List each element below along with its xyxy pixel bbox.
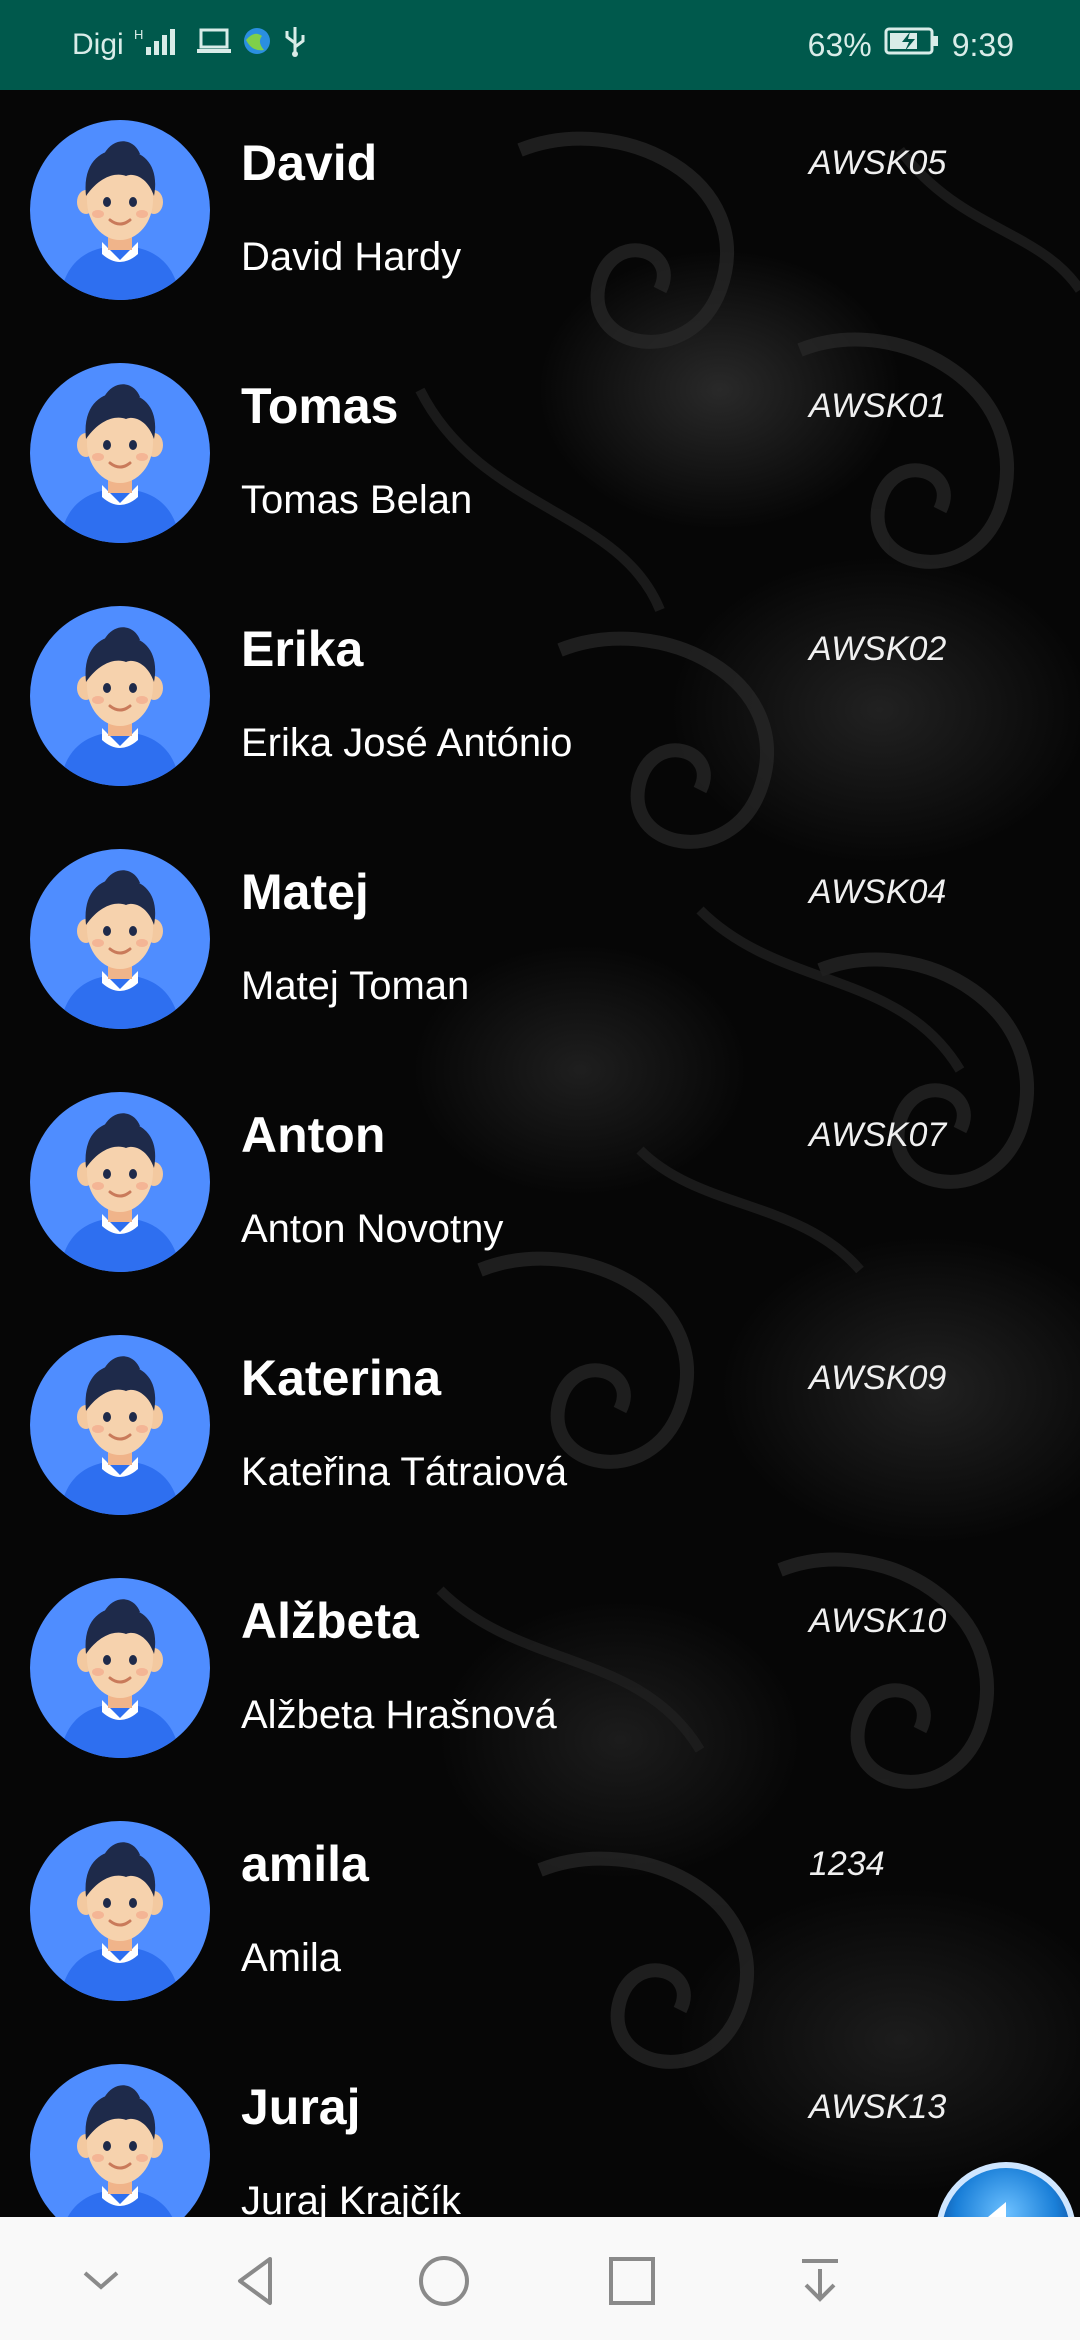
home-icon[interactable] (414, 2253, 474, 2309)
contact-nickname: Erika (241, 621, 364, 677)
contact-nickname: Anton (241, 1107, 386, 1163)
contact-row[interactable]: Erika Erika José António AWSK02 (0, 576, 1080, 819)
contact-full-name: Matej Toman (241, 964, 470, 1008)
contact-code: AWSK13 (809, 2088, 947, 2126)
status-bar: Digi H 63% 9:39 (0, 0, 1080, 90)
avatar-icon (30, 2064, 210, 2217)
contact-full-name: Alžbeta Hrašnová (241, 1693, 557, 1737)
avatar-icon (30, 1821, 210, 2001)
clock: 9:39 (951, 26, 1014, 63)
back-fab-button[interactable] (932, 2158, 1080, 2217)
contact-row[interactable]: Alžbeta Alžbeta Hrašnová AWSK10 (0, 1548, 1080, 1791)
app-screen: Digi H 63% 9:39 David David Hardy AWSK05… (0, 0, 1080, 2340)
contact-nickname: Tomas (241, 378, 399, 434)
contact-nickname: Alžbeta (241, 1593, 419, 1649)
status-left: Digi H (72, 25, 308, 65)
contact-full-name: Kateřina Tátraiová (241, 1450, 568, 1494)
contact-full-name: Juraj Krajčík (241, 2179, 462, 2217)
contact-full-name: David Hardy (241, 235, 462, 279)
contact-code: AWSK05 (809, 144, 947, 182)
contact-code: AWSK04 (809, 873, 947, 911)
contact-full-name: Amila (241, 1936, 342, 1980)
avatar-icon (30, 120, 210, 300)
avatar-icon (30, 1335, 210, 1515)
browser-icon (242, 26, 272, 64)
laptop-icon (196, 27, 232, 63)
collapse-icon[interactable] (71, 2253, 131, 2309)
contact-full-name: Anton Novotny (241, 1207, 504, 1251)
contact-nickname: Juraj (241, 2079, 361, 2135)
contact-row[interactable]: Katerina Kateřina Tátraiová AWSK09 (0, 1305, 1080, 1548)
contact-list-area[interactable]: David David Hardy AWSK05 Tomas Tomas Belan AW… (0, 90, 1080, 2217)
avatar-icon (30, 363, 210, 543)
contact-nickname: David (241, 135, 378, 191)
usb-icon (282, 25, 308, 65)
contact-code: AWSK02 (809, 630, 947, 668)
contact-nickname: Katerina (241, 1350, 442, 1406)
contact-code: 1234 (809, 1845, 885, 1883)
contact-row[interactable]: David David Hardy AWSK05 (0, 90, 1080, 333)
back-arrow-icon (937, 2162, 1075, 2217)
svg-text:H: H (134, 27, 143, 42)
contact-row[interactable]: amila Amila 1234 (0, 1791, 1080, 2034)
contact-full-name: Tomas Belan (241, 478, 473, 522)
contact-nickname: Matej (241, 864, 369, 920)
contact-row[interactable]: Tomas Tomas Belan AWSK01 (0, 333, 1080, 576)
avatar-icon (30, 1578, 210, 1758)
contact-code: AWSK10 (809, 1602, 947, 1640)
contact-code: AWSK09 (809, 1359, 947, 1397)
contact-code: AWSK07 (809, 1116, 947, 1154)
avatar-icon (30, 1092, 210, 1272)
recents-icon[interactable] (602, 2253, 662, 2309)
navigation-bar (0, 2217, 1080, 2340)
battery-icon (884, 26, 940, 64)
notifications-pull-icon[interactable] (790, 2253, 850, 2309)
signal-icon: H (134, 25, 186, 65)
contact-nickname: amila (241, 1836, 369, 1892)
avatar-icon (30, 849, 210, 1029)
status-right: 63% 9:39 (808, 26, 1014, 64)
contact-row[interactable]: Matej Matej Toman AWSK04 (0, 819, 1080, 1062)
contact-code: AWSK01 (809, 387, 947, 425)
back-icon[interactable] (226, 2253, 286, 2309)
avatar-icon (30, 606, 210, 786)
carrier-label: Digi (72, 28, 124, 61)
battery-percent: 63% (807, 26, 872, 63)
contact-row[interactable]: Juraj Juraj Krajčík AWSK13 (0, 2034, 1080, 2217)
contact-row[interactable]: Anton Anton Novotny AWSK07 (0, 1062, 1080, 1305)
contact-full-name: Erika José António (241, 721, 573, 765)
